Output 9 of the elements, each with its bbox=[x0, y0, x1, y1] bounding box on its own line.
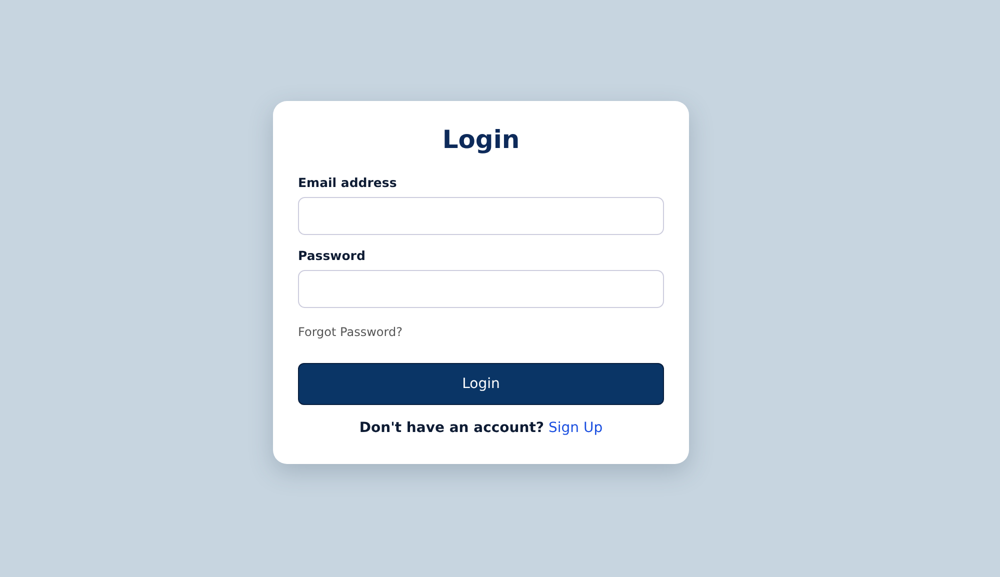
login-button[interactable]: Login bbox=[298, 363, 664, 405]
input-field[interactable] bbox=[298, 270, 664, 308]
forgot-password-link[interactable]: Forgot Password? bbox=[298, 324, 402, 340]
signup-prompt: Don't have an account? bbox=[359, 420, 544, 436]
field-label: Password bbox=[298, 248, 366, 264]
field-label: Email address bbox=[298, 175, 398, 191]
input-field[interactable] bbox=[298, 197, 664, 235]
sign-up-link[interactable]: Sign Up bbox=[548, 420, 603, 436]
login-title: Login bbox=[441, 124, 521, 156]
